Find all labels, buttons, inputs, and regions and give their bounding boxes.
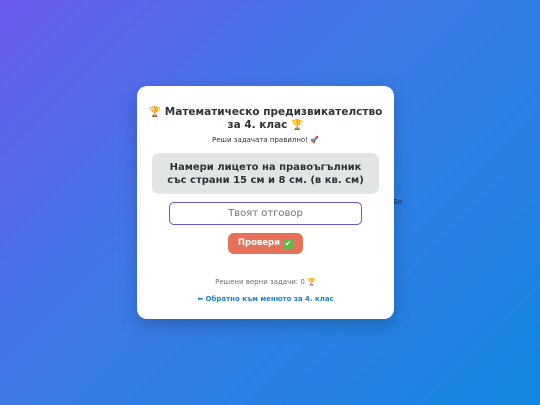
challenge-card: 🏆 Математическо предизвикателство за 4. … (137, 86, 394, 319)
problem-text: Намери лицето на правоъгълник със страни… (167, 161, 364, 186)
check-button[interactable]: Провери ✔ (228, 233, 303, 254)
trophy-icon: 🏆 (307, 278, 316, 286)
check-button-label: Провери (237, 238, 281, 248)
page-title-text: Математическо предизвикателство за 4. кл… (164, 106, 383, 131)
check-mark-icon: ✔ (283, 239, 294, 249)
stray-text: Бо (393, 198, 403, 206)
trophy-icon: 🏆 (291, 120, 304, 131)
back-link-text: Обратно към менюто за 4. клас (205, 295, 334, 303)
back-arrow-icon: ⬅ (197, 295, 204, 303)
solved-counter: Решени верни задачи: 0 🏆 (137, 278, 394, 286)
solved-count: 0 (300, 278, 305, 286)
solved-label: Решени верни задачи: (215, 278, 299, 286)
problem-box: Намери лицето на правоъгълник със страни… (152, 153, 379, 194)
page-title: 🏆 Математическо предизвикателство за 4. … (147, 106, 384, 132)
subtitle: Реши задачата правилно! 🚀 (212, 136, 319, 144)
trophy-icon: 🏆 (148, 107, 162, 118)
answer-input[interactable] (169, 202, 362, 225)
back-to-menu-link[interactable]: ⬅ Обратно към менюто за 4. клас (137, 295, 394, 303)
